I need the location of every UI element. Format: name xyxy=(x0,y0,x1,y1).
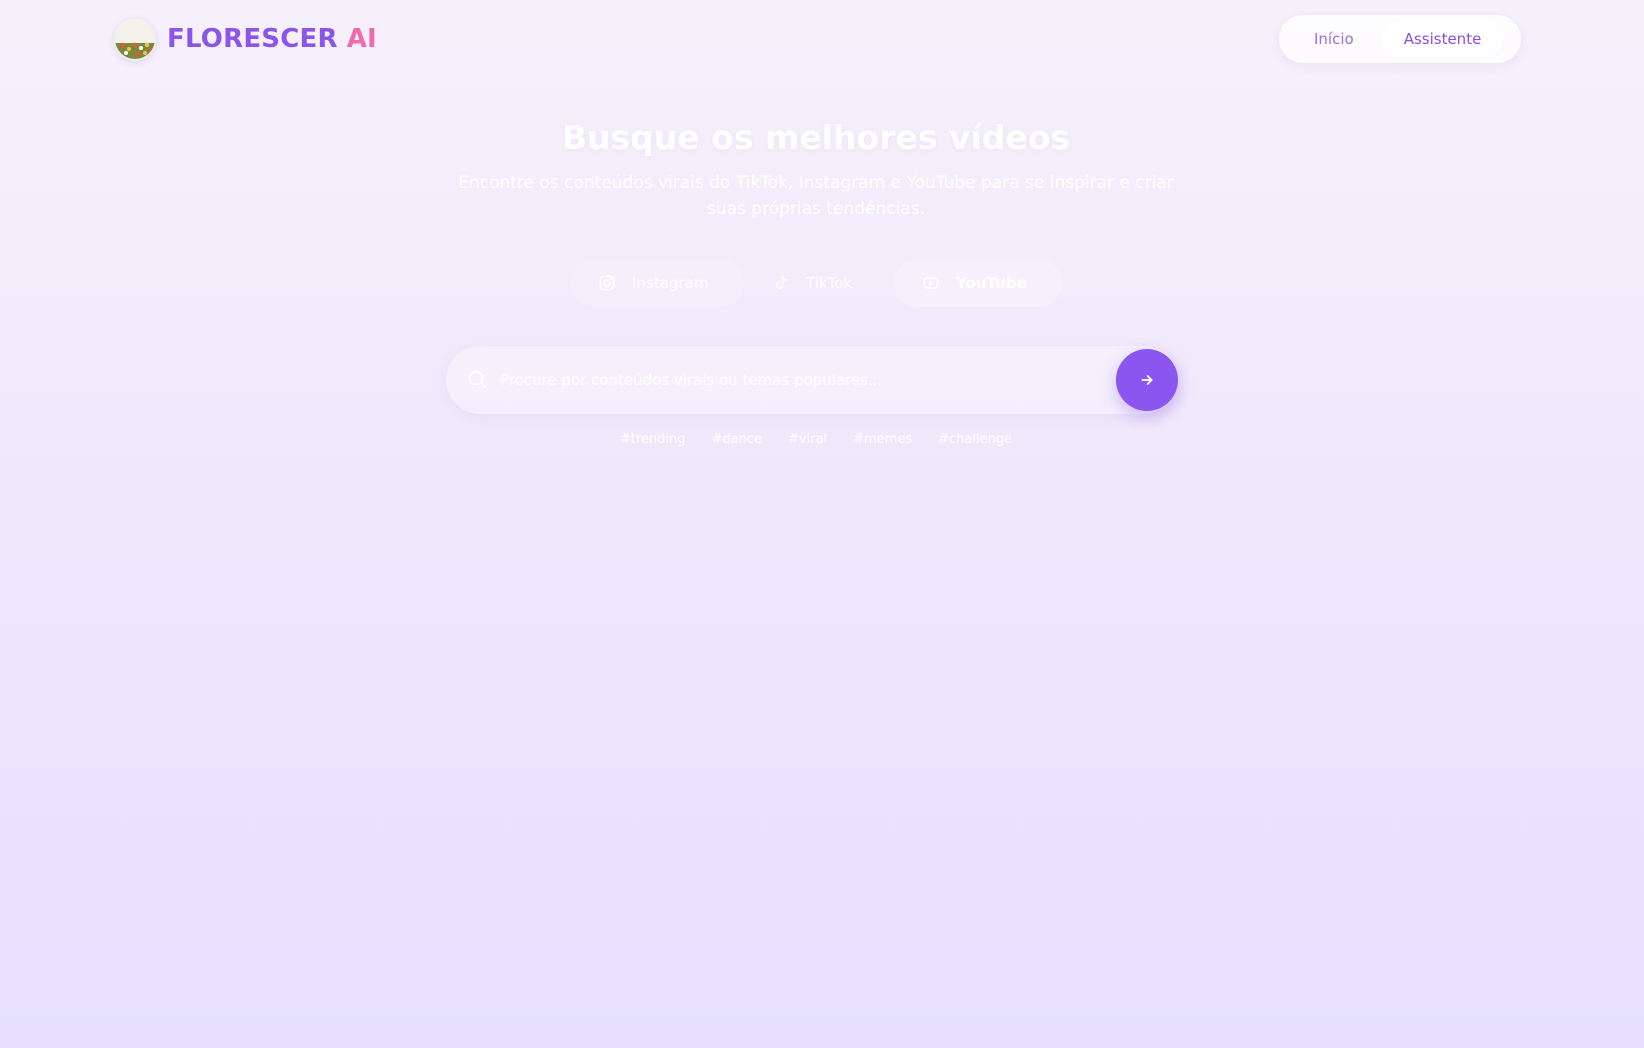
platform-tabs: Instagram TikTok YouTube xyxy=(570,259,1062,307)
brand-suffix: AI xyxy=(346,24,377,54)
brand-name: FLORESCER AI xyxy=(167,24,377,54)
hashtag-memes[interactable]: #memes xyxy=(853,432,912,447)
hashtag-challenge[interactable]: #challenge xyxy=(938,432,1012,447)
brand-logo[interactable]: FLORESCER AI xyxy=(113,16,377,62)
hashtag-trending[interactable]: #trending xyxy=(620,432,686,447)
search-submit-button[interactable] xyxy=(1116,349,1178,411)
hashtag-suggestions: #trending #dance #viral #memes #challeng… xyxy=(0,432,1632,447)
flower-field-logo-icon xyxy=(113,17,157,61)
hashtag-dance[interactable]: #dance xyxy=(712,432,763,447)
tiktok-icon xyxy=(775,275,788,289)
page-subtitle: Encontre os conteúdos virais do TikTok, … xyxy=(458,173,1174,219)
nav-link-assistente[interactable]: Assistente xyxy=(1381,21,1504,57)
tab-tiktok-label: TikTok xyxy=(806,274,853,292)
nav-link-inicio[interactable]: Início xyxy=(1292,21,1376,57)
instagram-icon xyxy=(599,275,615,291)
brand-wordmark: FLORESCER xyxy=(167,24,338,54)
tab-youtube-label: YouTube xyxy=(956,274,1027,292)
top-nav: Início Assistente xyxy=(1279,15,1521,63)
search-bar xyxy=(446,346,1178,414)
tab-tiktok[interactable]: TikTok xyxy=(744,259,894,307)
tab-youtube[interactable]: YouTube xyxy=(894,259,1062,307)
top-header: FLORESCER AI Início Assistente xyxy=(0,0,1644,80)
page-title: Busque os melhores vídeos xyxy=(561,118,1071,157)
arrow-right-icon xyxy=(1141,375,1153,385)
youtube-icon xyxy=(923,277,939,289)
search-icon xyxy=(468,370,487,389)
search-input[interactable] xyxy=(500,360,1100,400)
hashtag-viral[interactable]: #viral xyxy=(788,432,827,447)
tab-instagram[interactable]: Instagram xyxy=(570,259,744,307)
tab-instagram-label: Instagram xyxy=(632,274,709,292)
